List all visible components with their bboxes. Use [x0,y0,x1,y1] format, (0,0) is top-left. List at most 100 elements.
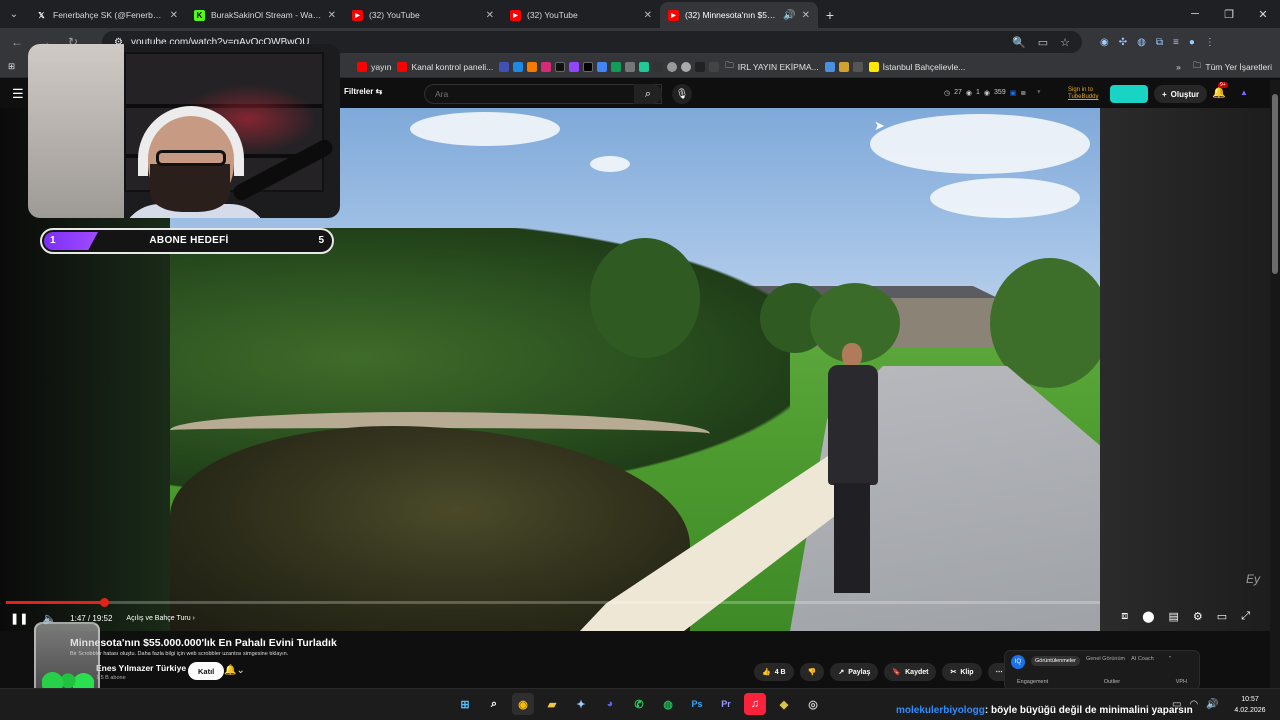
clip-button[interactable]: ✂ Klip [942,663,982,681]
bookmark-icon[interactable] [513,61,524,72]
vidiq-tab[interactable]: Görüntülenmeler [1031,656,1080,666]
bookmark-icon[interactable] [625,61,636,72]
account-avatar[interactable]: ▲ [1240,88,1248,97]
tab-5-active[interactable]: ▶ (32) Minnesota'nın $55.000 🔊 ✕ [660,2,818,28]
fullscreen-icon[interactable]: ⤢ [1241,610,1250,623]
app-icon[interactable]: ◆ [773,693,795,715]
tubebuddy-signin[interactable]: Sign in to TubeBuddy [1068,87,1098,101]
share-button[interactable]: ↗ Paylaş [830,663,879,681]
file-explorer-icon[interactable]: ▰ [541,693,563,715]
extensions-puzzle-icon[interactable]: ⧉ [1156,37,1163,48]
bookmark-icon[interactable] [838,61,849,72]
sheets-icon[interactable] [611,61,622,72]
tab-2[interactable]: K BurakSakinOl Stream - Watch Li ✕ [186,2,344,28]
docs-icon[interactable] [597,61,608,72]
reading-list-icon[interactable]: ≡ [1173,37,1179,48]
dislike-button[interactable]: 👎 [799,663,825,681]
close-window-icon[interactable]: ✕ [1246,0,1280,28]
tab-3[interactable]: ▶ (32) YouTube ✕ [344,2,502,28]
bookmark-folder-irl[interactable]: 🗀 IRL YAYIN EKİPMA... [725,60,818,74]
tiktok-icon[interactable] [555,61,566,72]
subscribe-bell-icon[interactable]: 🔔⌄ [224,665,245,676]
profile-avatar[interactable]: ● [1189,37,1195,48]
x-icon[interactable] [583,61,594,72]
bookmark-yayin[interactable]: yayın [357,61,391,72]
bookmark-icon[interactable] [852,61,863,72]
miniplayer-extension-icon[interactable]: ⧈ [1121,610,1128,623]
create-button[interactable]: + Oluştur [1154,85,1208,103]
zoom-icon[interactable]: 🔍 [1012,36,1026,49]
chevron-up-icon[interactable]: ⌃ [1168,656,1173,666]
bookmark-icon[interactable] [527,61,538,72]
tab-4[interactable]: ▶ (32) YouTube ✕ [502,2,660,28]
photoshop-icon[interactable]: Ps [686,693,708,715]
bookmark-icon[interactable] [681,61,692,72]
speaker-icon[interactable]: 🔊 [783,10,795,21]
volume-icon[interactable]: 🔊 [1206,699,1218,710]
theater-mode-icon[interactable]: ▭ [1217,610,1227,623]
bookmark-istanbul[interactable]: İstanbul Bahçelievle... [868,61,965,72]
premiere-icon[interactable]: Pr [715,693,737,715]
chrome-icon[interactable]: ◉ [512,693,534,715]
hamburger-menu-icon[interactable]: ☰ [12,86,24,102]
save-button[interactable]: 🔖 Kaydet [884,663,937,681]
autoplay-toggle[interactable]: ⬤ [1142,610,1154,623]
bookmark-star-icon[interactable]: ☆ [1060,36,1070,49]
more-bookmarks-icon[interactable]: » [1176,62,1181,72]
microphone-icon[interactable]: 🎙 [672,84,692,104]
monitor-icon[interactable]: ▭ [1172,699,1181,710]
minimize-icon[interactable]: ─ [1178,0,1212,28]
new-tab-button[interactable]: + [818,2,842,28]
tab-search-icon[interactable]: ⌄ [0,0,28,28]
vidiq-tab[interactable]: Genel Görünüm [1086,656,1125,666]
join-button[interactable]: Katıl [188,662,225,680]
search-input[interactable] [424,84,662,104]
close-icon[interactable]: ✕ [802,10,810,21]
browser-menu-icon[interactable]: ⋮ [1205,37,1215,48]
system-clock[interactable]: 10:57 4.02.2026 [1226,694,1274,716]
obs-icon[interactable]: ◎ [802,693,824,715]
extension-icon[interactable]: ▣ [1010,89,1017,97]
chapter-button[interactable]: Açılış ve Bahçe Turu › [126,615,194,622]
pause-icon[interactable]: ❚❚ [10,612,28,625]
tab-1[interactable]: 𝕏 Fenerbahçe SK (@Fenerbahçe) ✕ [28,2,186,28]
bookmark-icon[interactable] [653,61,664,72]
bookmark-icon[interactable] [639,61,650,72]
close-icon[interactable]: ✕ [170,10,178,21]
close-icon[interactable]: ✕ [486,10,494,21]
tubebuddy-menu-button[interactable] [1110,85,1148,103]
discord-icon[interactable]: ◕ [599,693,621,715]
spotify-icon[interactable]: ◍ [657,693,679,715]
search-icon[interactable]: ⌕ [634,84,662,104]
bookmark-icon[interactable] [709,61,720,72]
like-button[interactable]: 👍 4 B [754,663,794,681]
trophy-icon[interactable]: ♆ [1036,89,1041,97]
video-progress-bar[interactable] [6,598,1100,607]
music-app-icon[interactable]: ♫ [744,693,766,715]
subtitles-icon[interactable]: ▤ [1169,610,1179,623]
whatsapp-icon[interactable]: ✆ [628,693,650,715]
channel-name[interactable]: Enes Yılmazer Türkiye [96,663,186,673]
cast-icon[interactable]: ▭ [1038,36,1048,49]
extension-icon[interactable]: ◍ [1137,37,1146,48]
extension-icon[interactable]: ◉ [1100,37,1109,48]
channel-watermark[interactable]: Ey [1246,572,1260,586]
scrollbar-thumb[interactable] [1272,94,1278,274]
all-bookmarks[interactable]: 🗀 Tüm Yer İşaretleri [1193,60,1272,74]
steam-icon[interactable]: ✦ [570,693,592,715]
bookmark-icon[interactable] [824,61,835,72]
page-scrollbar[interactable] [1270,80,1280,688]
bookmark-icon[interactable] [695,61,706,72]
search-icon[interactable]: ⌕ [483,693,505,715]
twitch-icon[interactable] [569,61,580,72]
bookmark-kanal[interactable]: Kanal kontrol paneli... [397,61,493,72]
filters-button[interactable]: Filtreler ⇆ [344,87,382,96]
bar-chart-icon[interactable]: ≣ [1020,89,1026,97]
bookmark-icon[interactable] [667,61,678,72]
settings-gear-icon[interactable]: ⚙ [1193,610,1203,623]
vidiq-tab[interactable]: AI Coach [1131,656,1154,666]
close-icon[interactable]: ✕ [328,10,336,21]
back-icon[interactable]: ← [8,35,26,49]
windows-start-icon[interactable]: ⊞ [454,693,476,715]
extension-icon[interactable]: ✣ [1119,37,1127,48]
